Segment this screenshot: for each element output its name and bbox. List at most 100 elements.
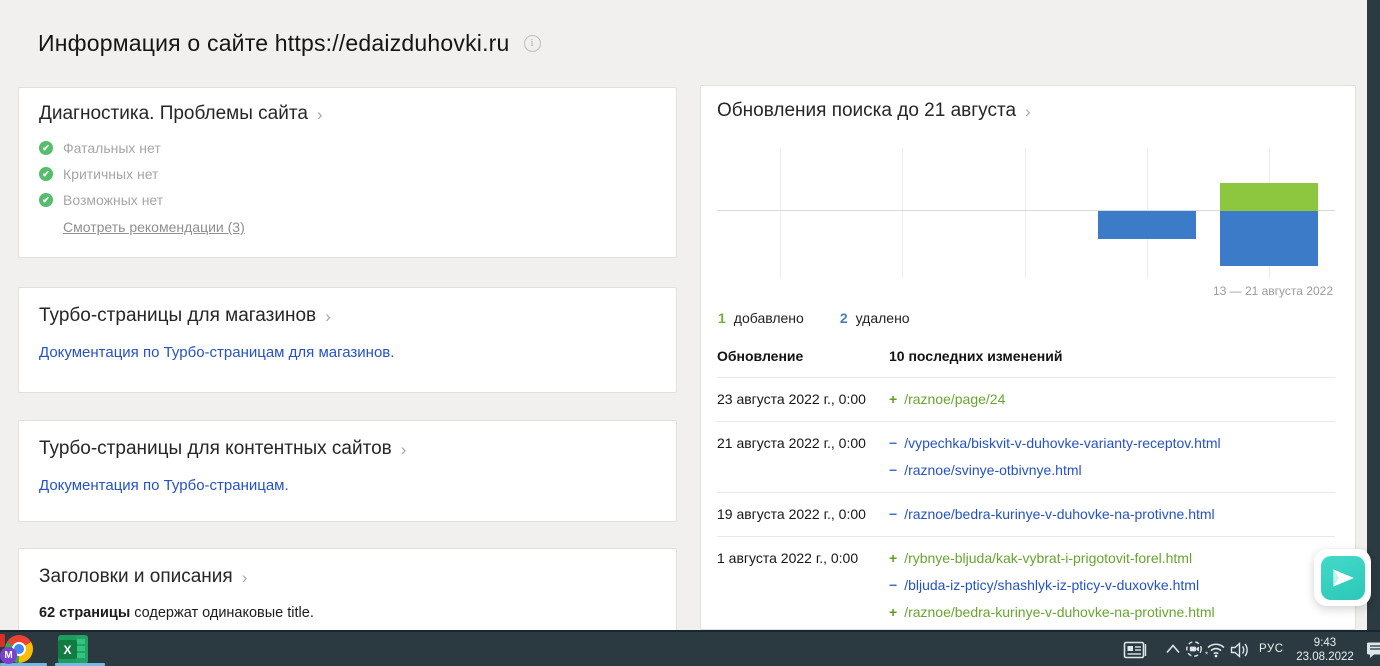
chevron-right-icon: ›: [1025, 101, 1031, 121]
change-line: −/raznoe/svinye-otbivnye.html: [889, 457, 1221, 484]
plus-icon: +: [889, 550, 898, 566]
change-line: + /raznoe/page/24: [889, 386, 1005, 413]
titles-title-link[interactable]: Заголовки и описания ›: [39, 566, 247, 588]
change-line: −/bljuda-iz-pticy/shashlyk-iz-pticy-v-du…: [889, 572, 1215, 599]
card-search-updates: Обновления поиска до 21 августа › 13 — 2…: [700, 85, 1356, 630]
column-header-changes: 10 последних изменений: [889, 348, 1063, 364]
chevron-right-icon: ›: [316, 104, 323, 124]
plus-icon: +: [889, 604, 898, 620]
chevron-right-icon: ›: [325, 306, 331, 326]
turbo-shops-doc-link[interactable]: Документация по Турбо-страницам для мага…: [39, 344, 394, 361]
taskbar: M X * РУС 9:43 23.08.2022: [0, 630, 1380, 666]
check-icon: ✔: [39, 193, 53, 207]
update-date: 1 августа 2022 г., 0:00: [717, 550, 859, 566]
legend-added-label: добавлено: [733, 310, 804, 326]
send-icon: [1320, 555, 1365, 600]
card-diagnostics: Диагностика. Проблемы сайта › ✔ Фатальны…: [18, 87, 677, 258]
page-header: Информация о сайте https://edaizduhovki.…: [38, 30, 541, 57]
update-date: 23 августа 2022 г., 0:00: [717, 391, 866, 407]
updates-table-header: Обновление 10 последних изменений: [717, 338, 1335, 377]
change-line: −/raznoe/bedra-kurinye-v-duhovke-na-prot…: [889, 501, 1215, 528]
turbo-content-doc-link[interactable]: Документация по Турбо-страницам.: [39, 477, 289, 494]
bar-deleted[interactable]: [1098, 211, 1196, 239]
legend-deleted-label: удалено: [855, 310, 910, 326]
chevron-right-icon: ›: [400, 439, 407, 459]
diagnostics-list: ✔ Фатальных нет ✔ Критичных нет ✔ Возмож…: [39, 140, 656, 208]
chevron-up-icon[interactable]: [1166, 644, 1180, 654]
update-date: 19 августа 2022 г., 0:00: [717, 506, 866, 522]
titles-title: Заголовки и описания: [39, 566, 233, 587]
table-row: 1 августа 2022 г., 0:00 + /rybnye-bljuda/k…: [717, 536, 1335, 634]
diagnostics-item-critical: ✔ Критичных нет: [39, 166, 656, 182]
table-row: 21 августа 2022 г., 0:00 −/vypechka/biskv…: [717, 421, 1335, 492]
page-title: Информация о сайте https://edaizduhovki.…: [38, 30, 510, 56]
diagnostics-item-label: Возможных нет: [63, 192, 164, 208]
wifi-limited-star: *: [1205, 651, 1208, 659]
wifi-icon[interactable]: *: [1205, 642, 1227, 658]
legend-deleted-value: 2: [839, 310, 848, 326]
changed-page-link[interactable]: /rybnye-bljuda/kak-vybrat-i-prigotovit-f…: [904, 550, 1192, 566]
check-icon: ✔: [39, 141, 53, 155]
search-updates-title-link[interactable]: Обновления поиска до 21 августа ›: [717, 100, 1031, 122]
turbo-content-title-link[interactable]: Турбо-страницы для контентных сайтов ›: [39, 438, 406, 460]
changed-page-link[interactable]: /vypechka/biskvit-v-duhovke-varianty-rec…: [904, 435, 1220, 451]
excel-icon[interactable]: X: [58, 635, 88, 664]
change-line: −/vypechka/biskvit-v-duhovke-varianty-re…: [889, 430, 1221, 457]
change-line: + /rybnye-bljuda/kak-vybrat-i-prigotovit-…: [889, 545, 1215, 572]
change-line: + /raznoe/bedra-kurinye-v-duhovke-na-prot…: [889, 599, 1215, 626]
chart-date-range: 13 — 21 августа 2022: [1212, 284, 1333, 298]
action-center-icon[interactable]: [1366, 640, 1380, 660]
gridline: [902, 148, 903, 278]
taskbar-clock[interactable]: 9:43 23.08.2022: [1291, 636, 1359, 664]
turbo-content-title: Турбо-страницы для контентных сайтов: [39, 438, 392, 459]
language-indicator[interactable]: РУС: [1259, 643, 1284, 655]
clock-time: 9:43: [1313, 637, 1337, 649]
minus-icon: −: [889, 435, 898, 451]
update-date: 21 августа 2022 г., 0:00: [717, 435, 866, 451]
profile-badge-m: M: [0, 647, 17, 664]
updates-table: Обновление 10 последних изменений 23 авг…: [717, 338, 1335, 634]
chat-widget-button[interactable]: [1314, 549, 1371, 606]
column-header-update: Обновление: [717, 348, 804, 364]
card-turbo-shops: Турбо-страницы для магазинов › Документа…: [18, 287, 677, 393]
search-updates-chart: [717, 146, 1335, 278]
volume-icon[interactable]: [1230, 641, 1250, 659]
minus-icon: −: [889, 462, 898, 478]
updates-table-body: 23 августа 2022 г., 0:00 + /raznoe/page/24…: [717, 377, 1335, 634]
changed-page-link[interactable]: /raznoe/page/24: [904, 391, 1005, 407]
changed-page-link[interactable]: /raznoe/bedra-kurinye-v-duhovke-na-proti…: [904, 506, 1214, 522]
recommendations-link[interactable]: Смотреть рекомендации (3): [63, 219, 245, 235]
changed-page-link[interactable]: /raznoe/bedra-kurinye-v-duhovke-na-proti…: [904, 604, 1214, 620]
changed-page-link[interactable]: /bljuda-iz-pticy/shashlyk-iz-pticy-v-dux…: [904, 577, 1199, 593]
bar-added[interactable]: [1220, 183, 1318, 211]
bar-deleted[interactable]: [1220, 211, 1318, 266]
table-row: 19 августа 2022 г., 0:00 −/raznoe/bedra-k…: [717, 492, 1335, 536]
titles-count: 62 страницы: [39, 605, 131, 621]
meet-now-icon[interactable]: [1185, 639, 1203, 659]
check-icon: ✔: [39, 167, 53, 181]
diagnostics-title-link[interactable]: Диагностика. Проблемы сайта ›: [39, 103, 323, 125]
clock-date: 23.08.2022: [1296, 651, 1354, 663]
news-icon[interactable]: [1123, 640, 1147, 660]
gridline: [1025, 148, 1026, 278]
legend-added: 1 добавлено: [718, 310, 804, 326]
card-turbo-content: Турбо-страницы для контентных сайтов › Д…: [18, 420, 677, 522]
diagnostics-item-possible: ✔ Возможных нет: [39, 192, 656, 208]
turbo-shops-title-link[interactable]: Турбо-страницы для магазинов ›: [39, 305, 331, 327]
diagnostics-title: Диагностика. Проблемы сайта: [39, 103, 308, 124]
diagnostics-item-label: Фатальных нет: [63, 140, 161, 156]
legend-deleted: 2 удалено: [840, 310, 910, 326]
search-updates-title: Обновления поиска до 21 августа: [717, 100, 1017, 121]
plus-icon: +: [889, 391, 898, 407]
legend-added-value: 1: [718, 310, 726, 326]
titles-summary: 62 страницы содержат одинаковые title.: [39, 605, 656, 621]
changed-page-link[interactable]: /raznoe/svinye-otbivnye.html: [904, 462, 1081, 478]
cut-off-app-icon[interactable]: [0, 634, 5, 647]
turbo-shops-title: Турбо-страницы для магазинов: [39, 305, 317, 326]
info-icon[interactable]: i: [523, 35, 541, 52]
diagnostics-item-fatal: ✔ Фатальных нет: [39, 140, 656, 156]
gridline: [780, 148, 781, 278]
minus-icon: −: [889, 577, 898, 593]
chevron-right-icon: ›: [241, 567, 248, 587]
minus-icon: −: [889, 506, 898, 522]
